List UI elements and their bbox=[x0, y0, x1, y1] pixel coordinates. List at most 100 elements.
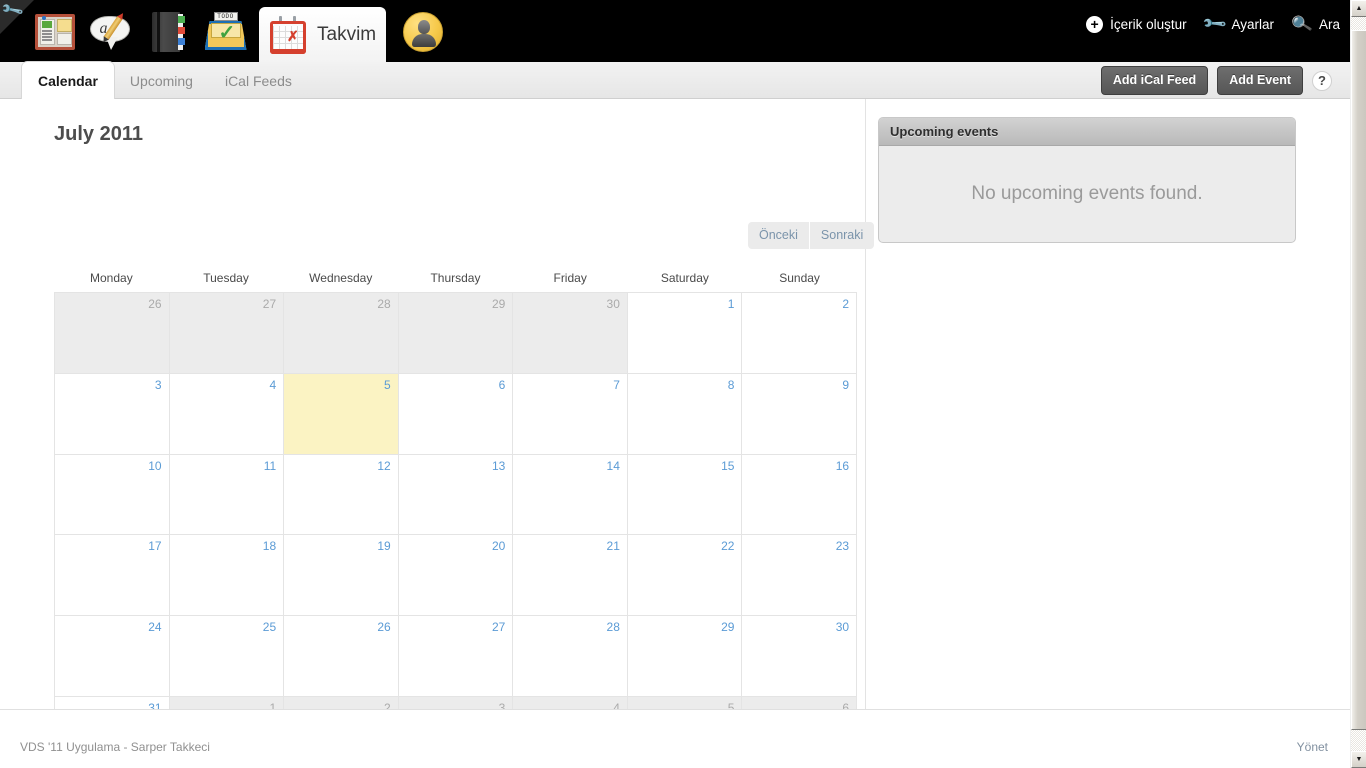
calendar-day-cell[interactable]: 5 bbox=[284, 373, 399, 455]
calendar-day-number[interactable]: 19 bbox=[377, 539, 390, 553]
search-label: Ara bbox=[1318, 16, 1340, 32]
calendar-day-cell[interactable]: 14 bbox=[513, 454, 628, 536]
calendar-day-number[interactable]: 5 bbox=[384, 378, 391, 392]
app-notebook-button[interactable] bbox=[140, 8, 197, 56]
calendar-day-number[interactable]: 3 bbox=[155, 378, 162, 392]
calendar-column: July 2011 Önceki Sonraki Monday Tuesday … bbox=[0, 99, 875, 768]
calendar-day-number[interactable]: 20 bbox=[492, 539, 505, 553]
calendar-day-cell[interactable]: 1 bbox=[627, 293, 743, 374]
calendar-day-number[interactable]: 22 bbox=[721, 539, 734, 553]
calendar-day-number[interactable]: 24 bbox=[148, 620, 161, 634]
calendar-day-number[interactable]: 11 bbox=[264, 459, 276, 473]
calendar-day-number[interactable]: 7 bbox=[613, 378, 620, 392]
calendar-day-cell[interactable]: 4 bbox=[169, 373, 285, 455]
tab-ical-feeds[interactable]: iCal Feeds bbox=[209, 62, 308, 99]
calendar-day-cell[interactable]: 25 bbox=[169, 616, 285, 698]
calendar-day-cell[interactable]: 27 bbox=[398, 616, 514, 698]
calendar-grid: 26 27 28 29 30 1 2 3 4 5 6 7 8 9 10 11 12 13 14 15 16 17 18 19 2… bbox=[54, 292, 858, 768]
calendar-day-number[interactable]: 29 bbox=[721, 620, 734, 634]
app-board-button[interactable] bbox=[26, 8, 83, 56]
tab-ical-feeds-label: iCal Feeds bbox=[224, 72, 292, 89]
next-month-button[interactable]: Sonraki bbox=[810, 222, 874, 249]
bulletin-board-icon bbox=[34, 14, 75, 50]
speech-bubble-pencil-icon: a bbox=[89, 13, 134, 51]
calendar-day-number[interactable]: 16 bbox=[836, 459, 849, 473]
calendar-day-cell[interactable]: 28 bbox=[284, 293, 399, 374]
add-event-button[interactable]: Add Event bbox=[1217, 66, 1303, 95]
calendar-day-cell[interactable]: 30 bbox=[742, 616, 858, 698]
calendar-day-cell[interactable]: 19 bbox=[284, 535, 399, 617]
add-ical-feed-button[interactable]: Add iCal Feed bbox=[1100, 66, 1209, 95]
calendar-day-cell[interactable]: 29 bbox=[627, 616, 743, 698]
sidebar-column: Upcoming events No upcoming events found… bbox=[866, 99, 1350, 709]
calendar-day-number[interactable]: 13 bbox=[492, 459, 505, 473]
calendar-day-number[interactable]: 26 bbox=[377, 620, 390, 634]
calendar-day-number[interactable]: 2 bbox=[842, 297, 849, 311]
app-blog-button[interactable]: a bbox=[83, 8, 140, 56]
tab-calendar[interactable]: Calendar bbox=[22, 62, 114, 100]
calendar-day-number[interactable]: 25 bbox=[263, 620, 276, 634]
calendar-day-number[interactable]: 23 bbox=[836, 539, 849, 553]
calendar-day-number[interactable]: 28 bbox=[607, 620, 620, 634]
weekday-monday: Monday bbox=[90, 271, 133, 285]
help-button[interactable]: ? bbox=[1312, 70, 1332, 91]
calendar-day-cell[interactable]: 22 bbox=[627, 535, 743, 617]
prev-month-button[interactable]: Önceki bbox=[748, 222, 809, 249]
calendar-day-cell[interactable]: 10 bbox=[55, 454, 170, 536]
settings-link[interactable]: 🔧 Ayarlar bbox=[1202, 11, 1274, 37]
calendar-day-cell[interactable]: 23 bbox=[742, 535, 858, 617]
footer-manage-link[interactable]: Yönet bbox=[1297, 740, 1328, 754]
vertical-scrollbar[interactable]: ▲ ▼ bbox=[1350, 0, 1366, 768]
todo-badge-label: TODO bbox=[213, 12, 238, 21]
calendar-day-cell[interactable]: 13 bbox=[398, 454, 514, 536]
calendar-day-number[interactable]: 17 bbox=[148, 539, 161, 553]
user-avatar-button[interactable] bbox=[394, 8, 451, 56]
scrollbar-down-arrow[interactable]: ▼ bbox=[1351, 751, 1366, 768]
calendar-day-cell[interactable]: 24 bbox=[55, 616, 170, 698]
calendar-day-cell[interactable]: 8 bbox=[627, 373, 743, 455]
calendar-day-number[interactable]: 18 bbox=[263, 539, 276, 553]
calendar-day-cell[interactable]: 16 bbox=[742, 454, 858, 536]
calendar-day-number[interactable]: 27 bbox=[492, 620, 505, 634]
calendar-day-number[interactable]: 1 bbox=[728, 297, 735, 311]
calendar-day-cell[interactable]: 27 bbox=[169, 293, 285, 374]
calendar-day-number[interactable]: 30 bbox=[836, 620, 849, 634]
footer-credit: VDS '11 Uygulama - Sarper Takkeci bbox=[20, 740, 210, 754]
create-content-link[interactable]: + İçerik oluştur bbox=[1086, 15, 1187, 33]
scrollbar-up-arrow[interactable]: ▲ bbox=[1351, 0, 1366, 17]
calendar-day-number[interactable]: 10 bbox=[148, 459, 161, 473]
calendar-day-cell[interactable]: 15 bbox=[627, 454, 743, 536]
calendar-day-cell[interactable]: 11 bbox=[169, 454, 285, 536]
calendar-day-cell[interactable]: 2 bbox=[742, 293, 858, 374]
calendar-day-cell[interactable]: 26 bbox=[284, 616, 399, 698]
calendar-day-cell[interactable]: 30 bbox=[513, 293, 628, 374]
calendar-day-cell[interactable]: 21 bbox=[513, 535, 628, 617]
calendar-week-row: 17 18 19 20 21 22 23 bbox=[55, 535, 858, 617]
calendar-day-cell[interactable]: 12 bbox=[284, 454, 399, 536]
calendar-day-number[interactable]: 15 bbox=[721, 459, 734, 473]
tab-upcoming[interactable]: Upcoming bbox=[114, 62, 209, 99]
calendar-day-number[interactable]: 12 bbox=[377, 459, 390, 473]
calendar-day-number[interactable]: 4 bbox=[269, 378, 276, 392]
calendar-day-number[interactable]: 21 bbox=[607, 539, 620, 553]
calendar-day-number[interactable]: 8 bbox=[728, 378, 735, 392]
calendar-day-number[interactable]: 6 bbox=[499, 378, 506, 392]
calendar-day-cell[interactable]: 9 bbox=[742, 373, 858, 455]
calendar-day-cell[interactable]: 26 bbox=[55, 293, 170, 374]
calendar-day-cell[interactable]: 28 bbox=[513, 616, 628, 698]
calendar-day-cell[interactable]: 6 bbox=[398, 373, 514, 455]
calendar-day-cell[interactable]: 18 bbox=[169, 535, 285, 617]
calendar-day-cell[interactable]: 29 bbox=[398, 293, 514, 374]
calendar-day-cell[interactable]: 7 bbox=[513, 373, 628, 455]
calendar-day-number[interactable]: 14 bbox=[607, 459, 620, 473]
calendar-day-number[interactable]: 9 bbox=[842, 378, 849, 392]
calendar-day-cell[interactable]: 17 bbox=[55, 535, 170, 617]
app-tab-takvim[interactable]: ✗ Takvim bbox=[259, 7, 386, 62]
search-link[interactable]: 🔍 Ara bbox=[1291, 14, 1340, 35]
calendar-week-row: 10 11 12 13 14 15 16 bbox=[55, 454, 858, 536]
calendar-day-cell[interactable]: 20 bbox=[398, 535, 514, 617]
app-todo-button[interactable]: TODO ✓ bbox=[197, 8, 254, 56]
weekday-friday: Friday bbox=[553, 271, 587, 285]
scrollbar-thumb[interactable] bbox=[1351, 30, 1366, 730]
calendar-day-cell[interactable]: 3 bbox=[55, 373, 170, 455]
